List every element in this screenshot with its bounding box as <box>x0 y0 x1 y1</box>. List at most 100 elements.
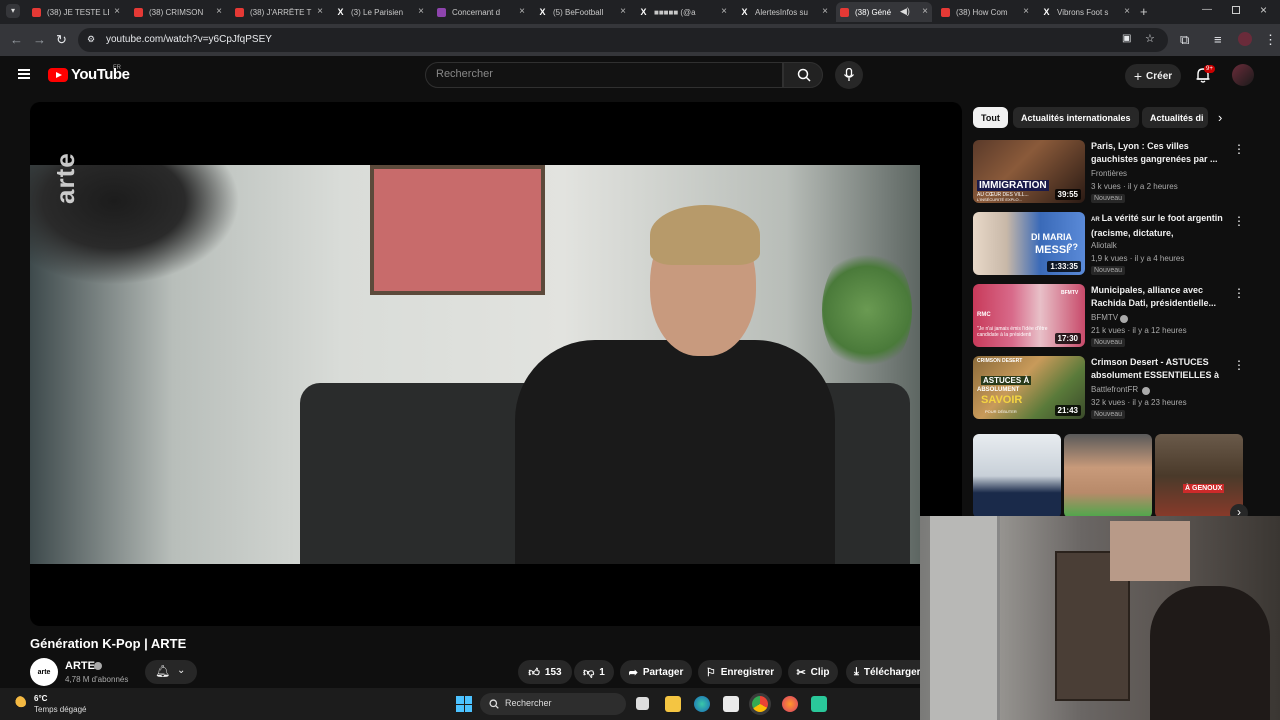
close-tab-icon[interactable]: × <box>1124 6 1130 17</box>
close-tab-icon[interactable]: × <box>317 6 323 17</box>
weather-description[interactable]: Temps dégagé <box>34 705 86 714</box>
chip-misc-news[interactable]: Actualités di <box>1142 107 1208 128</box>
recommendation-title[interactable]: Crimson Desert - ASTUCES absolument ESSE… <box>1091 356 1225 383</box>
more-options-icon[interactable]: ⋮ <box>1233 358 1245 372</box>
video-person-body <box>515 340 835 564</box>
recommendation-item[interactable]: RMC BFMTV "Je n'ai jamais émis l'idée d'… <box>973 284 1273 350</box>
maximize-icon[interactable] <box>1232 6 1240 14</box>
clip-button[interactable]: ✂ Clip <box>788 660 838 684</box>
browser-tab[interactable]: X ■■■■■ (@a × <box>635 2 731 22</box>
bookmark-star-icon[interactable]: ☆ <box>1145 32 1155 45</box>
microsoft-store-icon[interactable] <box>723 696 739 712</box>
close-tab-icon[interactable]: × <box>620 6 626 17</box>
browser-tab[interactable]: (38) CRIMSON × <box>130 2 226 22</box>
file-explorer-icon[interactable] <box>665 696 681 712</box>
recommendation-title[interactable]: AR La vérité sur le foot argentin (racism… <box>1091 212 1225 239</box>
more-options-icon[interactable]: ⋮ <box>1233 214 1245 228</box>
hamburger-menu-icon[interactable] <box>18 69 30 79</box>
short-thumbnail[interactable] <box>973 434 1061 518</box>
thumbnail-subline-2: SAVOIR <box>981 394 1023 406</box>
recommendation-item[interactable]: CRIMSON DESERT ASTUCES À ABSOLUMENT SAVO… <box>973 356 1273 422</box>
close-tab-icon[interactable]: × <box>721 6 727 17</box>
account-avatar[interactable] <box>1232 64 1254 86</box>
close-tab-icon[interactable]: × <box>922 6 928 17</box>
download-button[interactable]: ⤓ Télécharger <box>846 660 920 684</box>
recommendation-item[interactable]: IMMIGRATION AU CŒUR DES VILL... L'INSÉCU… <box>973 140 1273 206</box>
short-thumbnail[interactable]: À GENOUX <box>1155 434 1243 518</box>
browser-tab[interactable]: Concernant d × <box>433 2 529 22</box>
browser-tab[interactable]: X AlertesInfos su × <box>736 2 832 22</box>
url-field[interactable]: ⚙ youtube.com/watch?v=y6CpJfqPSEY ▣ ☆ <box>78 28 1168 52</box>
browser-tab[interactable]: (38) JE TESTE LE × <box>28 2 124 22</box>
speaker-icon[interactable]: ◀) <box>900 6 910 17</box>
browser-tab[interactable]: X Vibrons Foot s × <box>1038 2 1134 22</box>
recommendation-title[interactable]: Paris, Lyon : Ces villes gauchistes gang… <box>1091 140 1225 167</box>
youtube-icon <box>235 7 244 17</box>
close-tab-icon[interactable]: × <box>418 6 424 17</box>
reload-icon[interactable]: ↻ <box>56 32 67 48</box>
search-button[interactable] <box>783 62 823 88</box>
more-options-icon[interactable]: ⋮ <box>1233 286 1245 300</box>
chips-next-icon[interactable]: › <box>1218 110 1222 125</box>
firefox-icon[interactable] <box>782 696 798 712</box>
task-view-icon[interactable] <box>636 697 649 710</box>
channel-avatar[interactable]: arte <box>30 658 58 686</box>
recommendation-title[interactable]: Municipales, alliance avec Rachida Dati,… <box>1091 284 1225 311</box>
video-player[interactable]: arte <box>30 102 962 626</box>
close-window-icon[interactable]: × <box>1260 3 1267 17</box>
create-button[interactable]: + Créer <box>1125 64 1181 88</box>
browser-tab[interactable]: X (3) Le Parisien × <box>332 2 428 22</box>
close-tab-icon[interactable]: × <box>519 6 525 17</box>
recommendation-channel[interactable]: Frontières <box>1091 169 1127 178</box>
taskbar-search[interactable]: Rechercher <box>480 693 626 715</box>
save-button[interactable]: ⚐ Enregistrer <box>698 660 782 684</box>
edge-icon[interactable] <box>694 696 710 712</box>
plus-icon: + <box>1133 68 1143 84</box>
channel-name[interactable]: ARTE <box>65 660 95 672</box>
browser-tab[interactable]: (38) How Com × <box>937 2 1033 22</box>
browser-tab[interactable]: (38) J'ARRÊTE T × <box>231 2 327 22</box>
app-icon[interactable] <box>811 696 827 712</box>
windows-start-icon[interactable] <box>456 696 472 712</box>
weather-moon-icon[interactable] <box>12 696 26 710</box>
video-wall-painting <box>370 165 545 295</box>
site-info-icon[interactable]: ⚙ <box>87 34 95 45</box>
close-tab-icon[interactable]: × <box>822 6 828 17</box>
subscription-bell-button[interactable]: 🔔︎ ⌄ <box>145 660 197 684</box>
chrome-icon[interactable] <box>752 696 768 712</box>
profile-avatar[interactable] <box>1238 32 1252 46</box>
browser-tab-active[interactable]: (38) Géné ◀) × <box>836 2 932 22</box>
media-controls-icon[interactable]: ≡ <box>1214 32 1222 47</box>
youtube-logo-icon[interactable] <box>48 68 68 82</box>
youtube-icon <box>941 7 950 17</box>
taskbar-search-label: Rechercher <box>505 698 552 708</box>
share-button[interactable]: ➦ Partager <box>620 660 692 684</box>
video-duration: 17:30 <box>1054 333 1081 344</box>
like-button[interactable]: 👍︎ 153 <box>518 660 572 684</box>
weather-temperature[interactable]: 6°C <box>34 694 47 703</box>
dislike-button[interactable]: 👎︎ 1 <box>574 660 614 684</box>
recommendation-channel[interactable]: BFMTV <box>1091 313 1118 322</box>
new-tab-icon[interactable]: + <box>1140 4 1148 19</box>
browser-menu-icon[interactable]: ⋮ <box>1264 32 1277 48</box>
chip-international-news[interactable]: Actualités internationales <box>1013 107 1139 128</box>
forward-icon[interactable]: → <box>33 32 46 47</box>
back-icon[interactable]: ← <box>10 32 23 47</box>
recommendation-channel[interactable]: Aliotalk <box>1091 241 1117 250</box>
chip-all[interactable]: Tout <box>973 107 1008 128</box>
close-tab-icon[interactable]: × <box>114 6 120 17</box>
more-options-icon[interactable]: ⋮ <box>1233 142 1245 156</box>
recommendation-item[interactable]: DI MARIA MESSI ?? 1:33:35 AR La vérité su… <box>973 212 1273 278</box>
close-tab-icon[interactable]: × <box>1023 6 1029 17</box>
search-input[interactable] <box>436 68 766 80</box>
short-thumbnail[interactable] <box>1064 434 1152 518</box>
extensions-icon[interactable]: ⧉ <box>1180 32 1189 48</box>
recommendation-channel[interactable]: BattlefrontFR <box>1091 385 1138 394</box>
install-app-icon[interactable]: ▣ <box>1122 33 1131 44</box>
minimize-icon[interactable]: — <box>1202 4 1212 15</box>
youtube-icon <box>840 7 849 17</box>
voice-search-button[interactable] <box>835 61 863 89</box>
browser-tab[interactable]: X (5) BeFootball × <box>534 2 630 22</box>
close-tab-icon[interactable]: × <box>216 6 222 17</box>
tab-list-dropdown-icon[interactable]: ▾ <box>6 4 20 18</box>
